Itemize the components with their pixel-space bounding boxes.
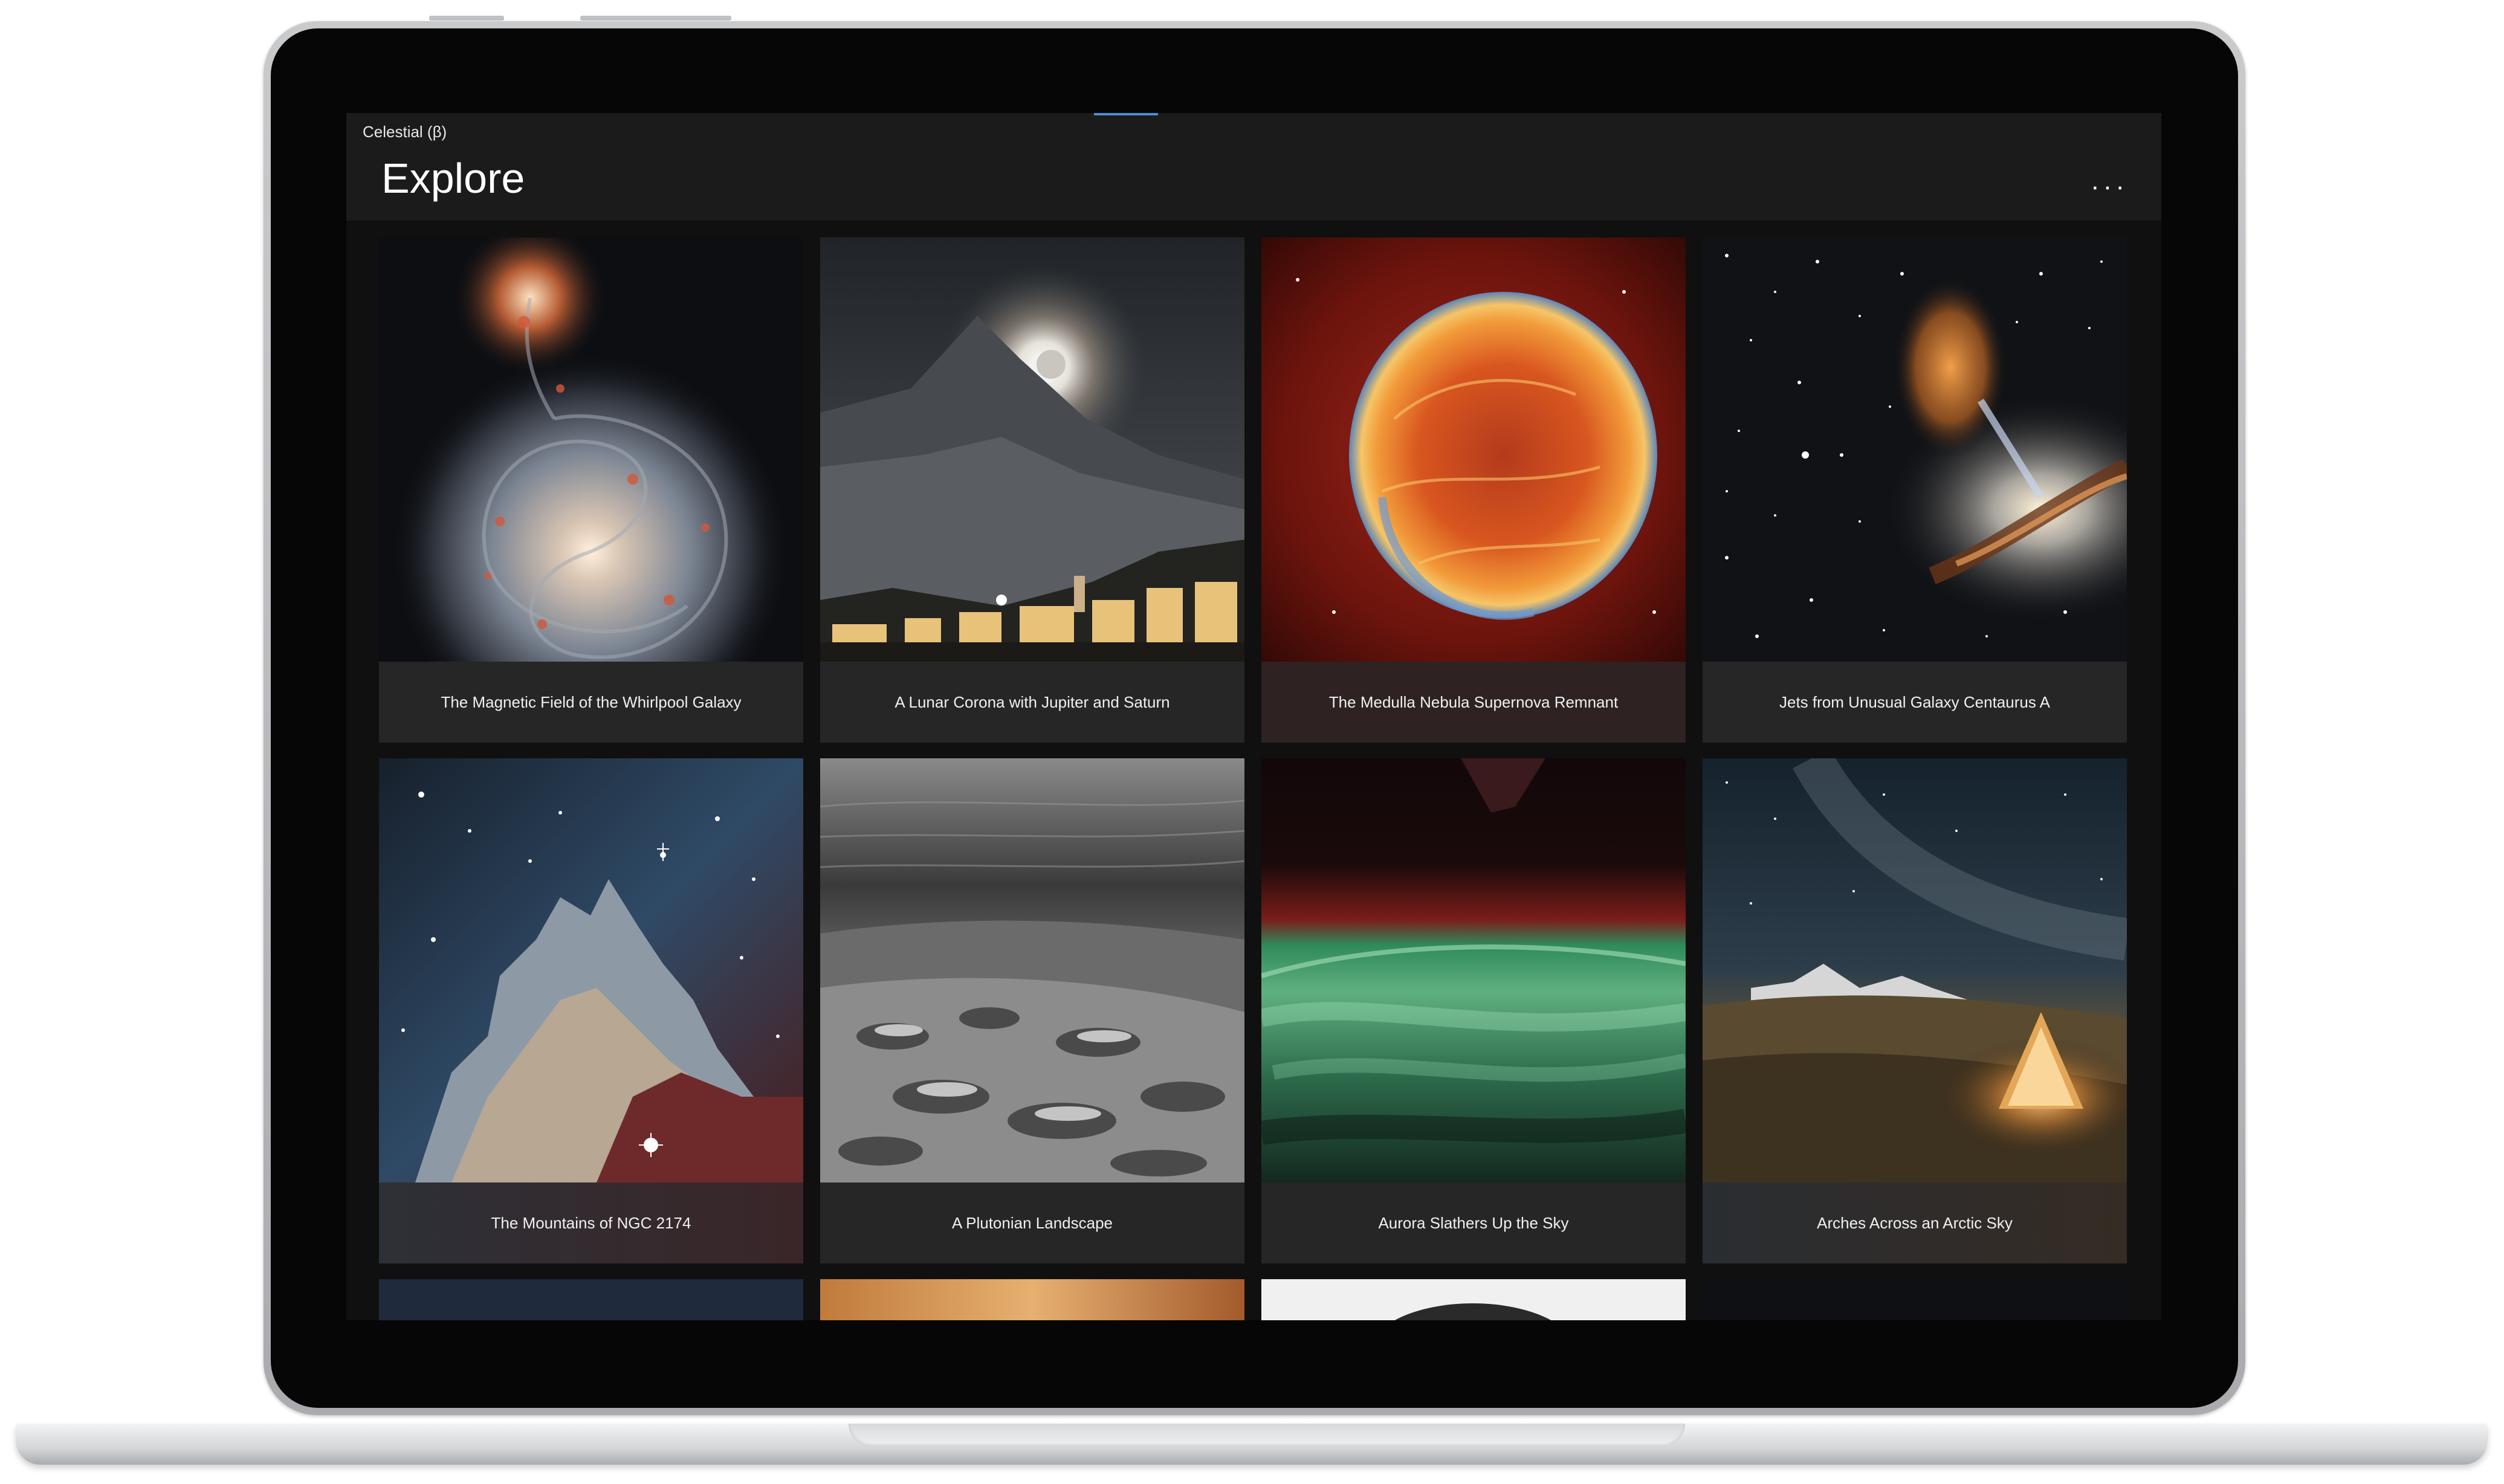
gallery-card-centaurus-a[interactable]: Jets from Unusual Galaxy Centaurus A [1703,237,2127,743]
gallery-card-partial[interactable] [1261,1279,1686,1320]
gallery-card-lunar-corona[interactable]: A Lunar Corona with Jupiter and Saturn [820,237,1244,743]
gallery-card-title: The Magnetic Field of the Whirlpool Gala… [441,692,742,711]
gallery-card-partial[interactable] [1703,1279,2127,1320]
gallery-card-title: A Plutonian Landscape [952,1213,1113,1232]
arctic-sky-image [1703,758,2127,1182]
plutonian-landscape-image [820,758,1244,1182]
gallery-card-title: Arches Across an Arctic Sky [1703,1182,2127,1263]
whirlpool-galaxy-image [379,237,803,662]
gallery-card-title: The Medulla Nebula Supernova Remnant [1261,662,1686,743]
progress-indicator [1094,113,1158,115]
gallery-card-title: A Lunar Corona with Jupiter and Saturn [895,692,1170,711]
gallery-card-title: Jets from Unusual Galaxy Centaurus A [1779,692,2050,711]
gallery-card-partial[interactable] [379,1279,803,1320]
aurora-image [1261,758,1686,1182]
partial-image-shape [1370,1303,1576,1320]
medulla-nebula-image [1261,237,1686,662]
lunar-corona-image [820,237,1244,662]
gallery-card-title: Aurora Slathers Up the Sky [1378,1213,1569,1232]
ngc-2174-image [379,758,803,1182]
laptop-base [16,1424,2488,1465]
gallery-card-medulla-nebula[interactable]: The Medulla Nebula Supernova Remnant [1261,237,1686,743]
laptop-button-left [429,16,504,21]
gallery-card-partial[interactable] [820,1279,1244,1320]
gallery-card-whirlpool[interactable]: The Magnetic Field of the Whirlpool Gala… [379,237,803,743]
gallery-card-plutonian-landscape[interactable]: A Plutonian Landscape [820,758,1244,1263]
more-options-button[interactable]: ··· [2091,173,2128,200]
title-bar: Celestial (β) Explore ··· [346,113,2161,221]
gallery-card-aurora[interactable]: Aurora Slathers Up the Sky [1261,758,1686,1263]
gallery-card-title: The Mountains of NGC 2174 [379,1182,803,1263]
centaurus-a-image [1703,237,2127,662]
page-title: Explore [381,155,525,202]
gallery-card-ngc-2174[interactable]: The Mountains of NGC 2174 [379,758,803,1263]
app-name: Celestial (β) [363,123,447,141]
gallery-card-arctic-sky[interactable]: Arches Across an Arctic Sky [1703,758,2127,1263]
app-window: Celestial (β) Explore ··· The Magnetic F… [346,113,2161,1320]
laptop-button-right [580,16,731,21]
laptop-base-notch [849,1424,1685,1447]
